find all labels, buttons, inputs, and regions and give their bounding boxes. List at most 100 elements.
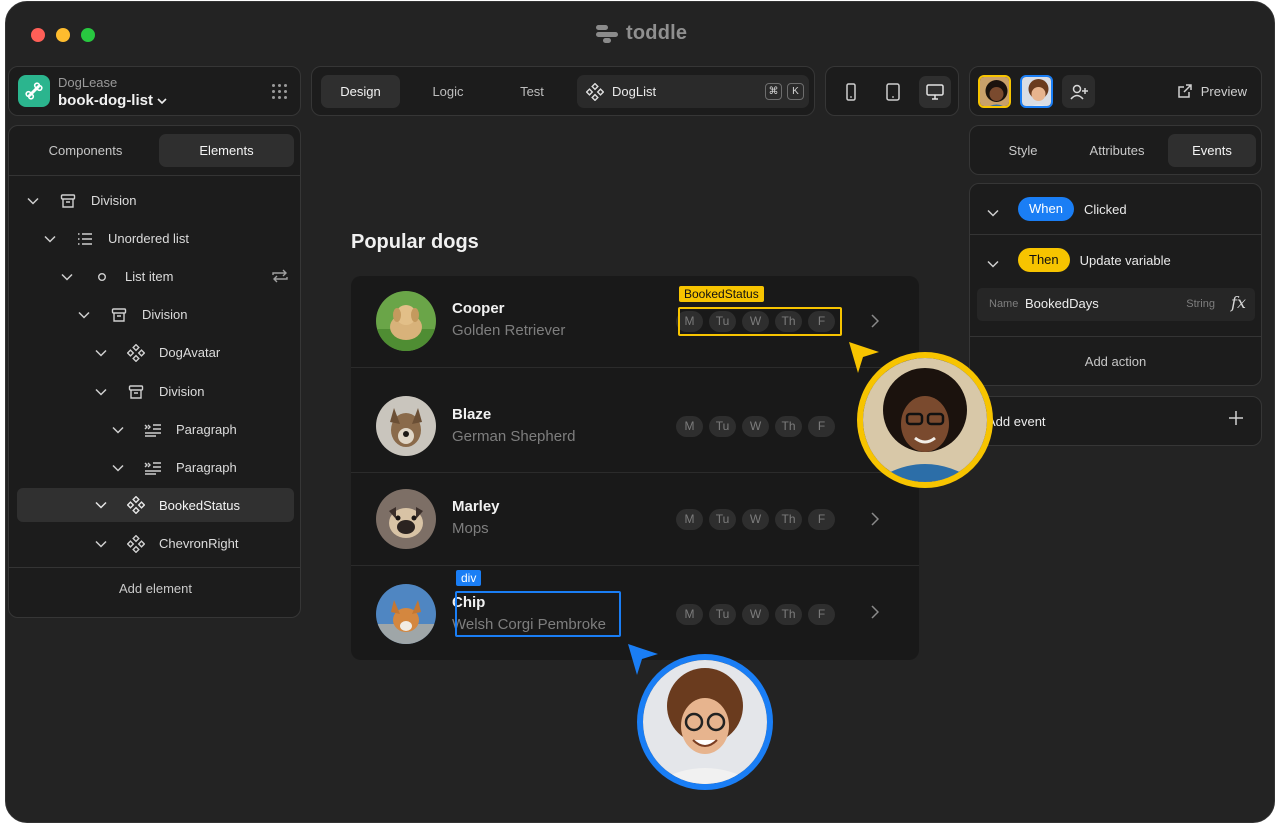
phone-icon[interactable] [835,76,867,108]
dog-name: Cooper [452,300,505,317]
event-action-row[interactable]: Then Update variable [970,235,1261,285]
chevron-down-icon[interactable] [76,311,92,319]
tree-node[interactable]: Paragraph [110,413,237,446]
chevron-right-icon[interactable] [871,605,880,624]
day-pill[interactable]: W [742,416,769,437]
day-pill[interactable]: F [808,509,835,530]
tree-node[interactable]: Unordered list [42,222,189,255]
close-window-button[interactable] [31,28,45,42]
add-event-row[interactable]: Add event [969,396,1262,446]
apps-grid-icon[interactable] [272,84,288,100]
toddle-logo-icon [596,24,618,43]
day-pill[interactable]: Th [775,416,802,437]
event-trigger-row[interactable]: When Clicked [970,184,1261,234]
chevron-down-icon[interactable] [93,540,109,548]
plus-icon[interactable] [1228,410,1244,431]
paragraph-icon [143,423,163,437]
day-pill[interactable]: M [676,509,703,530]
booked-status[interactable]: M Tu W Th F [676,416,835,437]
tab-design[interactable]: Design [321,75,400,108]
add-element-button[interactable]: Add element [9,581,302,596]
chevron-down-icon[interactable] [110,464,126,472]
component-icon [586,82,604,101]
day-pill[interactable]: W [742,604,769,625]
day-pill[interactable]: M [676,604,703,625]
tree-node[interactable]: DogAvatar [93,336,220,369]
day-pill[interactable]: W [742,509,769,530]
tablet-icon[interactable] [877,76,909,108]
minimize-window-button[interactable] [56,28,70,42]
tree-node[interactable]: Paragraph [110,451,237,484]
booked-status[interactable]: M Tu W Th F [676,604,835,625]
tree-node-label: Paragraph [176,422,237,437]
desktop-icon[interactable] [919,76,951,108]
day-pill[interactable]: F [808,604,835,625]
dog-avatar[interactable] [376,489,436,549]
page-heading[interactable]: Popular dogs [351,231,479,254]
divider [9,567,300,568]
tab-attributes[interactable]: Attributes [1073,134,1161,167]
collaborator-avatar-woman[interactable] [978,75,1011,108]
repeat-icon[interactable] [271,268,289,287]
formula-icon[interactable]: fx [1231,293,1246,312]
day-pill[interactable]: F [808,416,835,437]
chevron-right-icon[interactable] [871,314,880,333]
dog-avatar[interactable] [376,584,436,644]
preview-button[interactable]: Preview [1177,83,1247,99]
day-pill[interactable]: Tu [709,604,736,625]
variable-name-field[interactable]: Name BookedDays String fx [977,288,1255,321]
chevron-down-icon[interactable] [987,204,999,222]
component-selector[interactable]: DogList ⌘ K [577,75,809,108]
add-user-icon [1069,84,1088,100]
chevron-down-icon[interactable] [93,501,109,509]
collaboration-bar: Preview [969,66,1262,116]
dog-name: Blaze [452,406,492,423]
add-action-button[interactable]: Add action [970,354,1261,369]
list-item[interactable]: Marley Mops M Tu W Th F [351,473,919,565]
dog-avatar[interactable] [376,396,436,456]
list-icon [75,232,95,246]
chevron-right-icon[interactable] [871,512,880,531]
dog-breed: Golden Retriever [452,322,566,339]
when-pill: When [1018,197,1074,221]
tree-node-label: BookedStatus [159,497,240,513]
tree-node[interactable]: Division [93,375,205,408]
add-collaborator-button[interactable] [1062,75,1095,108]
day-pill[interactable]: Tu [709,509,736,530]
chevron-down-icon[interactable] [987,255,999,273]
tree-node-selected[interactable]: BookedStatus [17,488,294,522]
tab-events[interactable]: Events [1168,134,1256,167]
day-pill[interactable]: Th [775,604,802,625]
tree-node[interactable]: List item [59,260,289,293]
tab-logic[interactable]: Logic [408,75,488,108]
tab-elements[interactable]: Elements [159,134,294,167]
tree-node[interactable]: ChevronRight [93,527,239,560]
chevron-down-icon[interactable] [59,273,75,281]
chevron-down-icon[interactable] [93,349,109,357]
field-value[interactable]: BookedDays [1025,296,1099,311]
tab-test[interactable]: Test [492,75,572,108]
chevron-down-icon[interactable] [110,426,126,434]
maximize-window-button[interactable] [81,28,95,42]
booked-status[interactable]: M Tu W Th F [676,509,835,530]
project-name[interactable]: book-dog-list [58,92,167,109]
day-pill[interactable]: Th [775,509,802,530]
paragraph-icon [143,461,163,475]
tab-components[interactable]: Components [18,134,153,167]
collaborator-avatar-man[interactable] [1020,75,1053,108]
chevron-down-icon[interactable] [93,388,109,396]
dog-avatar[interactable] [376,291,436,351]
tab-style[interactable]: Style [979,134,1067,167]
day-pill[interactable]: Tu [709,416,736,437]
chevron-down-icon[interactable] [25,197,41,205]
dog-breed: Mops [452,520,489,537]
day-pill[interactable]: M [676,416,703,437]
tree-node-label: Division [91,193,137,208]
tree-node[interactable]: Division [25,184,137,217]
tree-node[interactable]: Division [76,298,188,331]
list-item[interactable]: Blaze German Shepherd M Tu W Th F [351,368,919,472]
events-panel: When Clicked Then Update variable Name B… [969,183,1262,386]
chevron-down-icon[interactable] [42,235,58,243]
project-selector[interactable]: DogLease book-dog-list [8,66,301,116]
mode-tabs: Design Logic Test DogList ⌘ K [311,66,815,116]
